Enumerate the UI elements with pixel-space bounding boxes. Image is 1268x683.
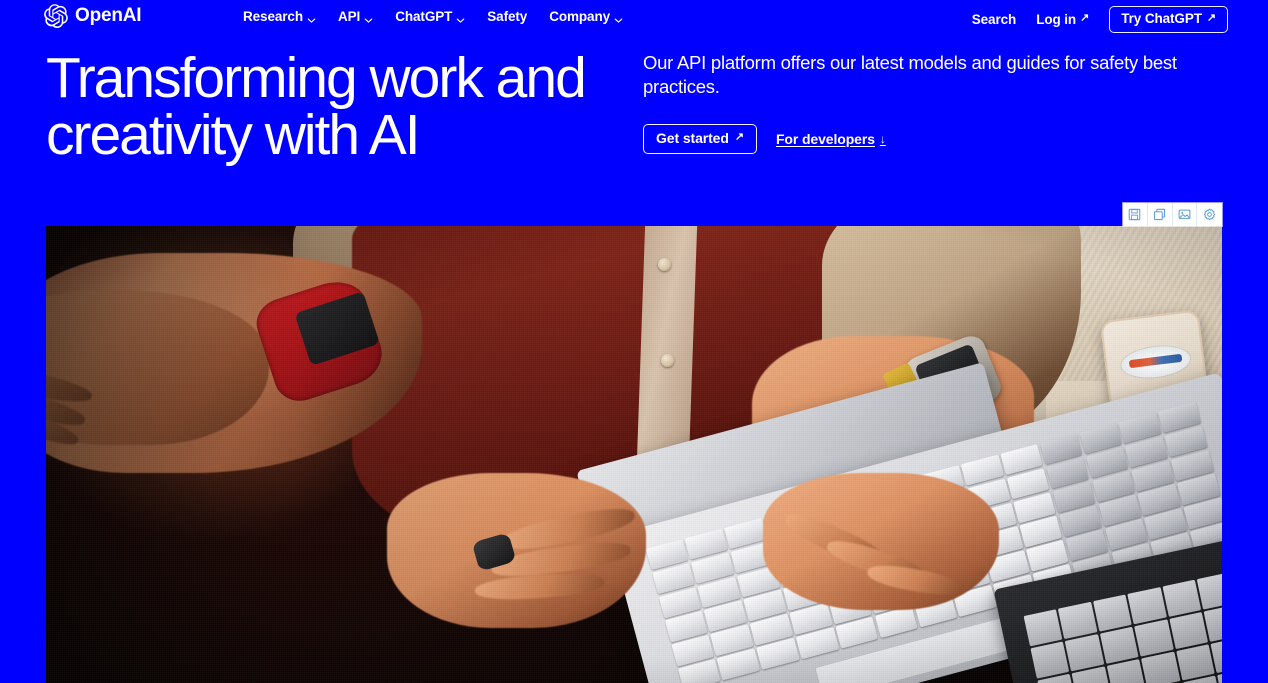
get-started-button[interactable]: Get started ↗: [643, 123, 757, 154]
nav-item-api[interactable]: API: [338, 9, 373, 25]
main-navigation: OpenAI Research API ChatGPT Safety Compa…: [0, 0, 1268, 34]
for-developers-label: For developers: [775, 130, 875, 147]
brand-name: OpenAI: [75, 5, 142, 26]
brand-logo-link[interactable]: OpenAI: [44, 4, 142, 29]
image-icon-button[interactable]: [1172, 203, 1198, 226]
try-chatgpt-button[interactable]: Try ChatGPT ↗: [1109, 6, 1228, 33]
nav-links: Research API ChatGPT Safety Company: [243, 9, 623, 25]
nav-item-chatgpt[interactable]: ChatGPT: [395, 9, 465, 25]
nav-item-company-label: Company: [549, 9, 611, 24]
hero-secondary-column: Our API platform offers our latest model…: [643, 51, 1218, 154]
hero-description: Our API platform offers our latest model…: [643, 52, 1177, 98]
save-icon-button[interactable]: [1123, 203, 1148, 226]
try-chatgpt-label: Try ChatGPT: [1121, 11, 1202, 26]
save-icon: [1128, 208, 1141, 221]
settings-icon-button[interactable]: [1197, 203, 1222, 226]
arrow-up-right-icon: ↗: [1206, 11, 1216, 24]
nav-item-chatgpt-label: ChatGPT: [395, 9, 453, 24]
arrow-up-right-icon: ↗: [734, 130, 744, 143]
nav-item-api-label: API: [338, 9, 361, 24]
shirt-button: [657, 257, 671, 271]
chevron-down-icon: [456, 13, 465, 23]
hero-cta-group: Get started ↗ For developers ↓: [643, 123, 1218, 154]
login-label: Log in: [1036, 11, 1077, 27]
nav-actions: Search Log in ↗ Try ChatGPT ↗: [972, 6, 1228, 33]
hero-photo: [46, 226, 1222, 683]
page-root: OpenAI Research API ChatGPT Safety Compa…: [0, 0, 1268, 683]
arrow-down-icon: ↓: [879, 131, 886, 146]
nav-item-safety-label: Safety: [487, 9, 528, 24]
chevron-down-icon: [364, 13, 373, 23]
center-hand: [387, 472, 646, 629]
finger: [474, 570, 605, 604]
login-link[interactable]: Log in ↗: [1036, 12, 1089, 28]
gear-icon: [1203, 208, 1216, 221]
search-button[interactable]: Search: [971, 11, 1017, 28]
for-developers-link[interactable]: For developers ↓: [776, 131, 886, 147]
image-toolbar: [1123, 203, 1222, 226]
arrow-up-right-icon: ↗: [1080, 12, 1090, 24]
openai-logo-icon: [44, 4, 68, 29]
chevron-down-icon: [307, 13, 316, 23]
nav-item-research[interactable]: Research: [243, 9, 316, 25]
page-title: Transforming work and creativity with AI: [46, 46, 587, 167]
right-hand: [763, 472, 999, 610]
chevron-down-icon: [614, 13, 623, 23]
copy-icon: [1153, 208, 1166, 221]
image-icon: [1178, 208, 1191, 221]
shirt-button: [661, 353, 675, 367]
copy-icon-button[interactable]: [1147, 203, 1173, 226]
nav-item-research-label: Research: [243, 9, 303, 24]
search-label: Search: [971, 11, 1017, 27]
nav-item-safety[interactable]: Safety: [487, 9, 527, 25]
nav-item-company[interactable]: Company: [549, 9, 623, 25]
get-started-label: Get started: [656, 129, 729, 146]
